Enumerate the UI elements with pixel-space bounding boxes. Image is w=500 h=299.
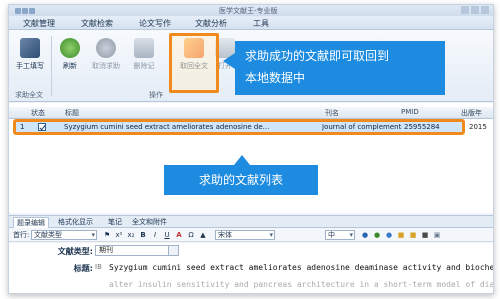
literature-grid: 状态 标题 刊名 PMID 出版年 1 Syzygium cumini seed…	[9, 103, 493, 213]
folder-icon[interactable]: ■	[397, 231, 405, 239]
insert-symbol-icon[interactable]: ▲	[199, 231, 207, 239]
window-controls[interactable]	[459, 6, 489, 16]
bold-icon[interactable]: B	[139, 231, 147, 239]
cancel-request-button[interactable]: 取消求助	[87, 38, 125, 71]
column-header-status[interactable]: 状态	[31, 108, 45, 118]
menu-bar: 文献管理 文献检索 论文写作 文献分析 工具	[9, 16, 493, 30]
size-select[interactable]: 中	[325, 230, 355, 240]
globe-icon[interactable]: ●	[361, 231, 369, 239]
save-icon[interactable]: ■	[421, 231, 429, 239]
refresh-icon	[60, 38, 80, 58]
type-label: 文献类型:	[57, 247, 93, 256]
font-select[interactable]: 宋体	[215, 230, 275, 240]
close-icon[interactable]	[481, 6, 489, 14]
callout-arrow	[234, 155, 250, 165]
tab-formatted-display[interactable]: 格式化显示	[55, 217, 96, 228]
more-icon[interactable]: ▣	[433, 231, 441, 239]
ribbon-separator	[51, 36, 52, 96]
title-bar: 医学文献王-专业版	[9, 5, 493, 16]
font-color-icon[interactable]: A	[175, 231, 183, 239]
cancel-request-icon	[96, 38, 116, 58]
special-char-icon[interactable]: Ω	[187, 231, 195, 239]
menu-item-paper-writing[interactable]: 论文写作	[139, 18, 171, 29]
window-title: 医学文献王-专业版	[219, 7, 278, 15]
menu-item-tools[interactable]: 工具	[253, 18, 269, 29]
column-header-pmid[interactable]: PMID	[401, 108, 419, 116]
tab-notes[interactable]: 笔记	[105, 217, 125, 228]
column-header-journal[interactable]: 刊名	[325, 108, 339, 118]
manual-entry-button[interactable]: 手工填写	[11, 38, 49, 71]
maximize-icon[interactable]	[471, 6, 479, 14]
field-select[interactable]: 文献类型	[31, 230, 97, 240]
callout-retrieve-tip: 求助成功的文献即可取回到 本地数据中	[223, 41, 445, 95]
callout-text-line2: 本地数据中	[245, 71, 306, 85]
row-year: 2015	[469, 123, 487, 131]
group-label-request-fulltext: 求助全文	[15, 91, 43, 99]
row-checkbox[interactable]	[38, 123, 46, 131]
column-header-year[interactable]: 出版年	[461, 108, 482, 118]
record-detail: 文献类型: 期刊 标题: IB Syzygium cumini seed ext…	[9, 243, 493, 293]
tab-record-edit[interactable]: 题录编辑	[13, 217, 49, 228]
subscript-icon[interactable]: x₂	[127, 231, 135, 239]
search-icon[interactable]: ●	[385, 231, 393, 239]
title-field-line2[interactable]: alter insulin sensitivity and pancreas a…	[109, 280, 493, 289]
quick-access-toolbar[interactable]	[15, 7, 37, 14]
underline-icon[interactable]: U	[163, 231, 171, 239]
menu-item-literature-analysis[interactable]: 文献分析	[195, 18, 227, 29]
table-row[interactable]: 1 Syzygium cumini seed extract ameliorat…	[13, 119, 465, 135]
minimize-icon[interactable]	[461, 6, 469, 14]
title-label: 标题:	[73, 264, 93, 273]
flag-icon[interactable]: ⚑	[103, 231, 111, 239]
grid-header: 状态 标题 刊名 PMID 出版年	[9, 107, 493, 119]
detail-tabs: 题录编辑 格式化显示 笔记 全文和附件	[9, 215, 493, 228]
format-toolbar: 首行: 文献类型 ⚑ x² x₂ B I U A Ω ▲ 宋体 中 ● ● ● …	[9, 228, 493, 242]
delete-record-button[interactable]: 删除记	[127, 38, 161, 71]
callout-arrow	[223, 53, 235, 69]
tab-fulltext-attachments[interactable]: 全文和附件	[129, 217, 170, 228]
callout-text-line1: 求助成功的文献即可取回到	[245, 49, 390, 63]
delete-record-icon	[134, 38, 154, 58]
menu-item-literature-management[interactable]: 文献管理	[23, 18, 55, 29]
first-row-label: 首行:	[13, 231, 30, 239]
italic-icon[interactable]: I	[151, 231, 159, 239]
manual-entry-icon	[20, 38, 40, 58]
open-folder-icon[interactable]: ■	[409, 231, 417, 239]
group-label-operations: 操作	[149, 91, 163, 99]
link-icon[interactable]: ●	[373, 231, 381, 239]
row-journal: Journal of complementary & i...	[322, 123, 402, 131]
retrieve-fulltext-highlight	[169, 33, 219, 93]
callout-text: 求助的文献列表	[198, 173, 283, 187]
row-title: Syzygium cumini seed extract ameliorates…	[64, 123, 270, 131]
title-prefix: IB	[95, 263, 102, 271]
refresh-button[interactable]: 刷新	[55, 38, 85, 71]
title-field-line1[interactable]: Syzygium cumini seed extract ameliorates…	[109, 263, 493, 272]
app-window: 医学文献王-专业版 文献管理 文献检索 论文写作 文献分析 工具 手工填写 刷新…	[8, 4, 494, 294]
row-pmid: 25955284	[404, 123, 440, 131]
row-number: 1	[20, 123, 25, 131]
type-select[interactable]: 期刊	[95, 245, 179, 256]
column-header-title[interactable]: 标题	[65, 108, 79, 118]
menu-item-literature-search[interactable]: 文献检索	[81, 18, 113, 29]
callout-list-tip: 求助的文献列表	[164, 155, 318, 195]
superscript-icon[interactable]: x²	[115, 231, 123, 239]
